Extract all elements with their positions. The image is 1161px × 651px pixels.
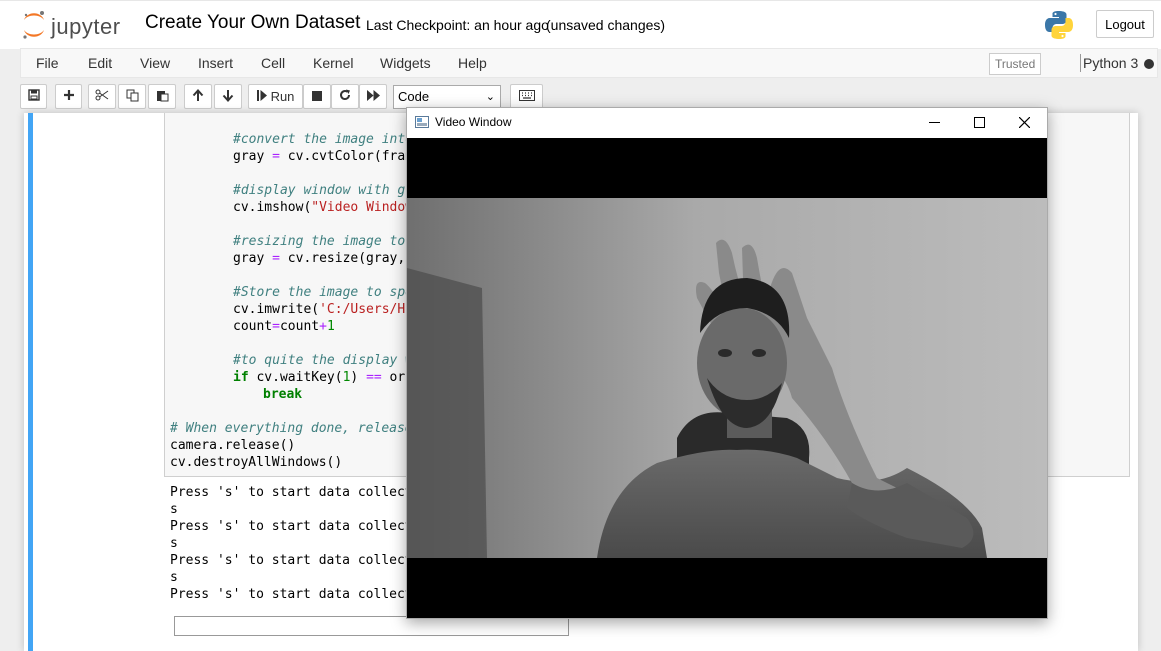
step-icon <box>256 89 267 104</box>
run-label: Run <box>270 89 295 104</box>
menu-insert[interactable]: Insert <box>198 55 233 71</box>
code-line: #resizing the image to <box>233 234 406 249</box>
menu-help[interactable]: Help <box>458 55 487 71</box>
save-button[interactable] <box>20 84 47 109</box>
restart-run-all-button[interactable] <box>359 84 387 109</box>
menu-view[interactable]: View <box>140 55 170 71</box>
insert-cell-button[interactable] <box>55 84 82 109</box>
menu-widgets[interactable]: Widgets <box>380 55 431 71</box>
menu-edit[interactable]: Edit <box>88 55 112 71</box>
code-line: # When everything done, release <box>170 421 413 436</box>
stop-icon <box>312 89 322 104</box>
restart-button[interactable] <box>331 84 359 109</box>
output-line: Press 's' to start data collect <box>170 587 413 602</box>
cell-type-select[interactable]: Code ⌄ <box>393 85 501 109</box>
autosave-status: (unsaved changes) <box>546 17 666 33</box>
code-line: cv.destroyAllWindows() <box>170 455 343 470</box>
video-window[interactable]: Video Window <box>406 107 1048 619</box>
jupyter-logo[interactable]: jupyter <box>22 10 121 43</box>
trusted-indicator[interactable]: Trusted <box>989 53 1042 75</box>
last-checkpoint: Last Checkpoint: an hour ago <box>366 17 549 33</box>
window-app-icon <box>415 116 429 131</box>
close-button[interactable] <box>1002 111 1046 135</box>
output-line: Press 's' to start data collect <box>170 519 413 534</box>
arrow-down-icon <box>222 89 234 105</box>
output-line: Press 's' to start data collect <box>170 485 413 500</box>
code-line: cv.imwrite('C:/Users/HP <box>233 302 414 317</box>
menu-kernel[interactable]: Kernel <box>313 55 353 71</box>
selected-cell-indicator <box>28 113 33 651</box>
maximize-icon <box>973 116 985 131</box>
restart-icon <box>339 89 351 104</box>
chevron-down-icon: ⌄ <box>485 91 495 103</box>
interrupt-button[interactable] <box>303 84 331 109</box>
code-line: #display window with gr <box>233 183 414 198</box>
close-icon <box>1018 116 1030 131</box>
code-line: cv.imshow("Video Window <box>233 200 414 215</box>
code-line: break <box>263 387 303 402</box>
minimize-button[interactable] <box>912 111 956 135</box>
jupyter-logo-text: jupyter <box>51 13 121 39</box>
video-frame <box>407 138 1047 618</box>
plus-icon <box>63 89 75 104</box>
code-line: gray = cv.resize(gray, <box>233 251 406 266</box>
command-palette-button[interactable] <box>510 84 543 109</box>
stdin-input[interactable] <box>174 616 569 636</box>
cut-icon <box>95 89 109 104</box>
maximize-button[interactable] <box>957 111 1001 135</box>
video-window-titlebar[interactable]: Video Window <box>407 108 1047 138</box>
code-line: count=count+1 <box>233 319 335 334</box>
code-line: #convert the image into <box>233 132 414 147</box>
cell-type-value: Code <box>398 89 430 104</box>
kernel-divider <box>1080 54 1081 72</box>
code-line: #Store the image to spe <box>233 285 414 300</box>
cut-button[interactable] <box>88 84 116 109</box>
menu-cell[interactable]: Cell <box>261 55 285 71</box>
code-line: #to quite the display w <box>233 353 414 368</box>
move-up-button[interactable] <box>184 84 212 109</box>
output-line: s <box>170 502 178 517</box>
notebook-header: jupyter Create Your Own Dataset Last Che… <box>0 0 1161 49</box>
move-down-button[interactable] <box>214 84 242 109</box>
code-line: camera.release() <box>170 438 296 453</box>
code-line: if cv.waitKey(1) == ord <box>233 370 414 385</box>
kernel-name[interactable]: Python 3 <box>1083 55 1138 71</box>
video-window-title: Video Window <box>435 115 512 129</box>
kernel-busy-indicator <box>1144 59 1154 69</box>
copy-icon <box>126 89 139 105</box>
output-line: s <box>170 536 178 551</box>
copy-button[interactable] <box>118 84 146 109</box>
save-icon <box>27 89 40 104</box>
jupyter-logo-icon <box>22 10 46 43</box>
code-line: gray = cv.cvtColor(fram <box>233 149 414 164</box>
webcam-grayscale-image <box>407 138 1047 618</box>
paste-button[interactable] <box>148 84 176 109</box>
keyboard-icon <box>518 89 535 104</box>
output-line: s <box>170 570 178 585</box>
minimize-icon <box>928 116 940 131</box>
arrow-up-icon <box>192 88 204 105</box>
python-logo-icon <box>1044 10 1074 43</box>
menu-file[interactable]: File <box>36 55 59 71</box>
logout-button[interactable]: Logout <box>1096 10 1154 38</box>
fast-forward-icon <box>366 89 380 104</box>
run-button[interactable]: Run <box>248 84 303 109</box>
menubar: File Edit View Insert Cell Kernel Widget… <box>20 48 1158 78</box>
notebook-title[interactable]: Create Your Own Dataset <box>145 12 360 34</box>
paste-icon <box>156 89 169 105</box>
output-line: Press 's' to start data collect <box>170 553 413 568</box>
